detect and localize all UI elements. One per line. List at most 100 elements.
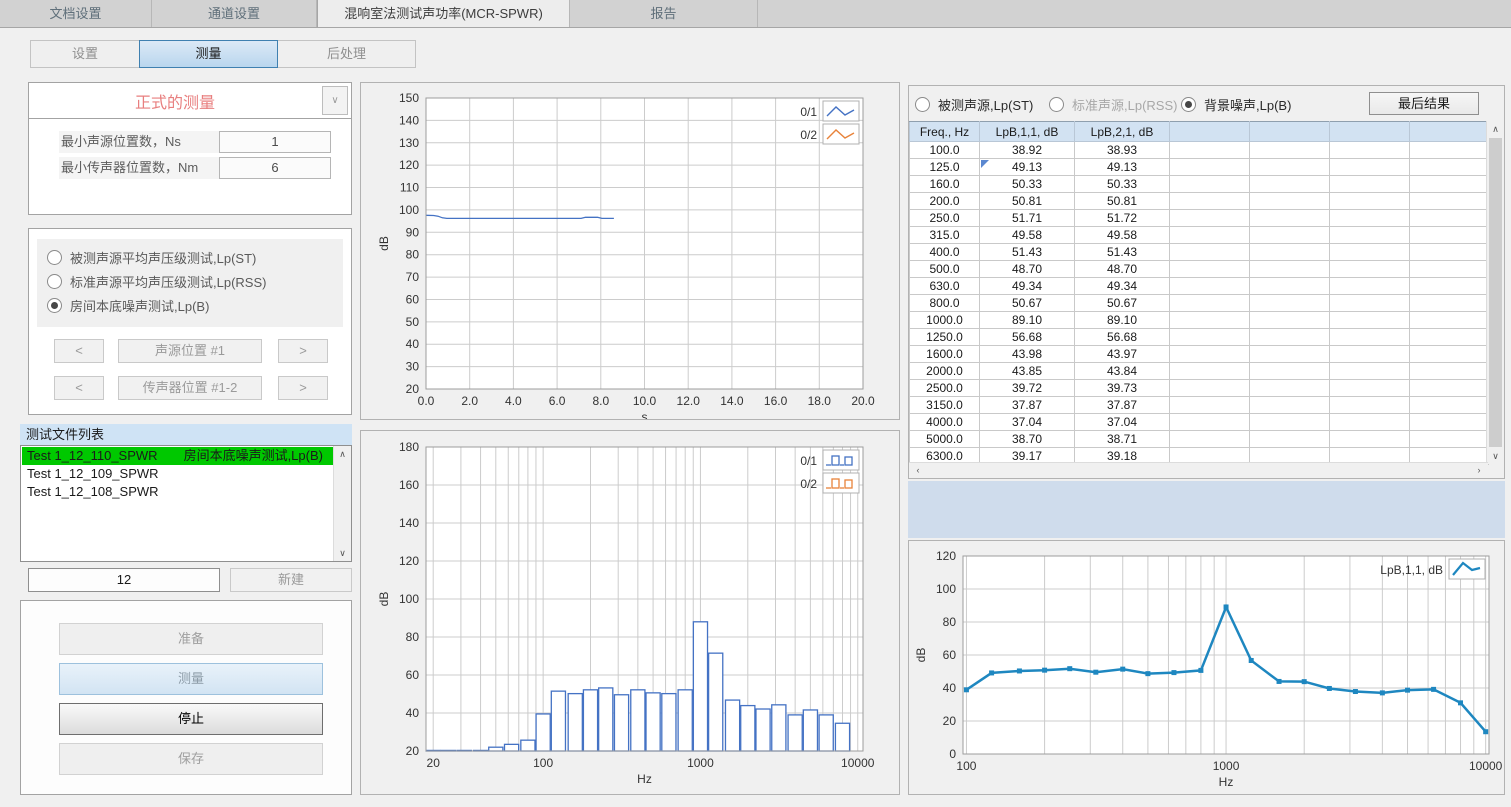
table-cell[interactable]: [1330, 159, 1410, 176]
sub-tab-3[interactable]: 后处理: [277, 40, 416, 68]
source-position-prev-button[interactable]: <: [54, 339, 104, 363]
table-cell[interactable]: 38.93: [1075, 142, 1170, 159]
table-cell[interactable]: 49.58: [1075, 227, 1170, 244]
table-cell[interactable]: 500.0: [910, 261, 980, 278]
table-horizontal-scrollbar[interactable]: ‹ ›: [909, 462, 1488, 478]
table-cell[interactable]: [1330, 363, 1410, 380]
table-cell[interactable]: 37.87: [1075, 397, 1170, 414]
table-cell[interactable]: [1410, 159, 1489, 176]
table-cell[interactable]: [1170, 244, 1250, 261]
table-cell[interactable]: [1330, 295, 1410, 312]
table-cell[interactable]: [1410, 346, 1489, 363]
table-cell[interactable]: [1170, 380, 1250, 397]
table-row[interactable]: 250.051.7151.72: [910, 210, 1489, 227]
table-cell[interactable]: [1410, 244, 1489, 261]
table-row[interactable]: 4000.037.0437.04: [910, 414, 1489, 431]
table-cell[interactable]: [1410, 329, 1489, 346]
table-cell[interactable]: [1250, 227, 1330, 244]
table-row[interactable]: 160.050.3350.33: [910, 176, 1489, 193]
table-cell[interactable]: [1330, 346, 1410, 363]
scroll-up-icon[interactable]: ∧: [334, 446, 351, 462]
table-cell[interactable]: 2500.0: [910, 380, 980, 397]
test-type-radio-3[interactable]: 房间本底噪声测试,Lp(B): [47, 293, 343, 317]
table-cell[interactable]: 50.81: [980, 193, 1075, 210]
table-cell[interactable]: [1330, 176, 1410, 193]
table-cell[interactable]: 100.0: [910, 142, 980, 159]
stop-button[interactable]: 停止: [59, 703, 323, 735]
table-cell[interactable]: [1410, 142, 1489, 159]
table-cell[interactable]: [1330, 193, 1410, 210]
table-cell[interactable]: 37.87: [980, 397, 1075, 414]
table-cell[interactable]: [1410, 295, 1489, 312]
table-cell[interactable]: 43.98: [980, 346, 1075, 363]
table-cell[interactable]: [1250, 193, 1330, 210]
table-cell[interactable]: [1250, 142, 1330, 159]
table-cell[interactable]: 51.43: [1075, 244, 1170, 261]
table-cell[interactable]: [1410, 363, 1489, 380]
chevron-down-icon[interactable]: ∨: [322, 86, 348, 115]
ns-input[interactable]: 1: [219, 131, 331, 153]
table-cell[interactable]: [1250, 414, 1330, 431]
table-cell[interactable]: [1250, 176, 1330, 193]
sub-tab-2[interactable]: 测量: [139, 40, 278, 68]
main-tab-3[interactable]: 混响室法测试声功率(MCR-SPWR): [317, 0, 570, 27]
table-cell[interactable]: 200.0: [910, 193, 980, 210]
table-cell[interactable]: [1170, 193, 1250, 210]
table-row[interactable]: 500.048.7048.70: [910, 261, 1489, 278]
table-cell[interactable]: [1170, 261, 1250, 278]
table-cell[interactable]: [1170, 346, 1250, 363]
table-cell[interactable]: 89.10: [980, 312, 1075, 329]
source-position-next-button[interactable]: >: [278, 339, 328, 363]
table-cell[interactable]: [1170, 278, 1250, 295]
result-background-radio[interactable]: 背景噪声,Lp(B): [1181, 92, 1291, 116]
table-cell[interactable]: [1410, 210, 1489, 227]
table-cell[interactable]: 49.13: [980, 159, 1075, 176]
table-cell[interactable]: 1000.0: [910, 312, 980, 329]
nm-input[interactable]: 6: [219, 157, 331, 179]
table-cell[interactable]: [1170, 159, 1250, 176]
table-cell[interactable]: [1250, 210, 1330, 227]
table-cell[interactable]: [1330, 380, 1410, 397]
table-row[interactable]: 3150.037.8737.87: [910, 397, 1489, 414]
radio-icon[interactable]: [1181, 97, 1196, 112]
table-cell[interactable]: [1410, 380, 1489, 397]
table-vertical-scrollbar[interactable]: ∧ ∨: [1486, 121, 1504, 464]
scroll-up-icon[interactable]: ∧: [1487, 121, 1504, 137]
table-cell[interactable]: 5000.0: [910, 431, 980, 448]
table-cell[interactable]: [1330, 329, 1410, 346]
table-cell[interactable]: [1410, 261, 1489, 278]
table-cell[interactable]: 51.43: [980, 244, 1075, 261]
table-cell[interactable]: 49.34: [1075, 278, 1170, 295]
results-table[interactable]: Freq., HzLpB,1,1, dBLpB,2,1, dB 100.038.…: [909, 121, 1489, 465]
table-row[interactable]: 1000.089.1089.10: [910, 312, 1489, 329]
table-cell[interactable]: [1330, 414, 1410, 431]
file-list-item[interactable]: Test 1_12_109_SPWR: [22, 465, 333, 483]
table-cell[interactable]: 50.33: [980, 176, 1075, 193]
table-row[interactable]: 1600.043.9843.97: [910, 346, 1489, 363]
table-cell[interactable]: 38.70: [980, 431, 1075, 448]
column-header[interactable]: Freq., Hz: [910, 122, 980, 142]
scroll-left-icon[interactable]: ‹: [911, 463, 925, 478]
table-cell[interactable]: [1250, 431, 1330, 448]
table-cell[interactable]: 2000.0: [910, 363, 980, 380]
table-cell[interactable]: 49.58: [980, 227, 1075, 244]
table-cell[interactable]: [1410, 414, 1489, 431]
test-type-radio-2[interactable]: 标准声源平均声压级测试,Lp(RSS): [47, 269, 343, 293]
table-cell[interactable]: 49.34: [980, 278, 1075, 295]
table-row[interactable]: 100.038.9238.93: [910, 142, 1489, 159]
table-row[interactable]: 2500.039.7239.73: [910, 380, 1489, 397]
table-row[interactable]: 5000.038.7038.71: [910, 431, 1489, 448]
radio-icon[interactable]: [47, 274, 62, 289]
table-cell[interactable]: [1330, 261, 1410, 278]
source-position-button[interactable]: 声源位置 #1: [118, 339, 262, 363]
table-cell[interactable]: 56.68: [1075, 329, 1170, 346]
table-cell[interactable]: [1330, 227, 1410, 244]
table-cell[interactable]: [1250, 312, 1330, 329]
column-header[interactable]: [1170, 122, 1250, 142]
table-cell[interactable]: 39.73: [1075, 380, 1170, 397]
table-cell[interactable]: [1330, 312, 1410, 329]
table-cell[interactable]: [1250, 159, 1330, 176]
file-count-button[interactable]: 12: [28, 568, 220, 592]
table-cell[interactable]: [1410, 176, 1489, 193]
table-cell[interactable]: [1330, 210, 1410, 227]
